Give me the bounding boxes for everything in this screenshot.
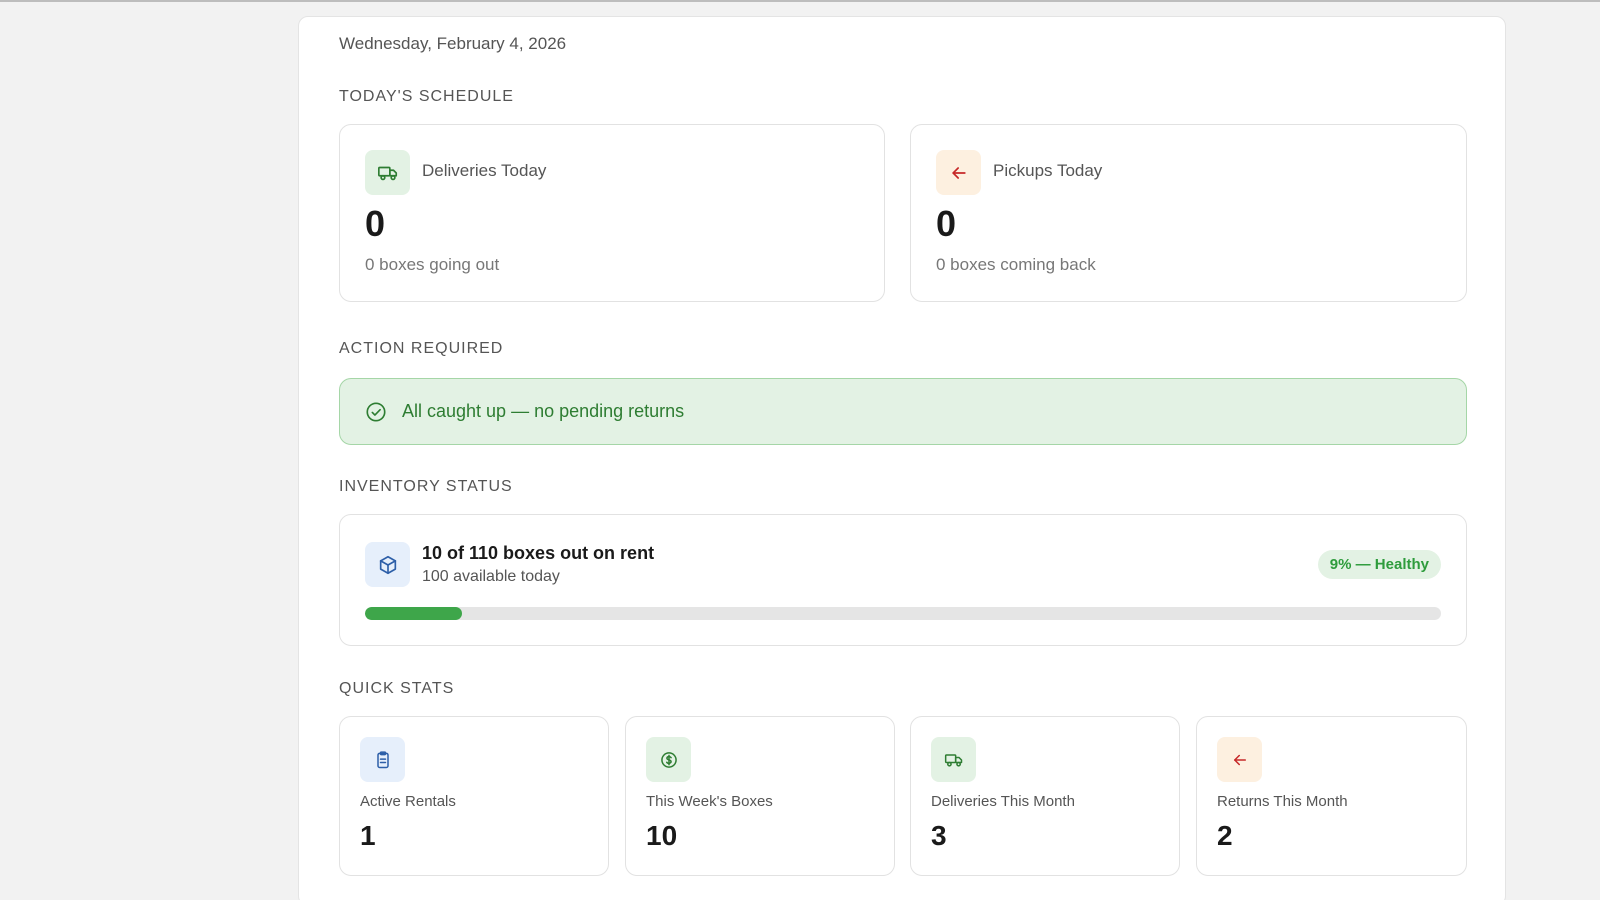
inventory-available: 100 available today [422,568,560,585]
stat-label: Returns This Month [1217,793,1348,810]
section-title-action: ACTION REQUIRED [339,340,504,357]
stat-label: Active Rentals [360,793,456,810]
pickups-today-card[interactable]: Pickups Today 0 0 boxes coming back [910,124,1467,302]
stat-card-returns-this-month[interactable]: Returns This Month 2 [1196,716,1467,876]
inventory-progress-fill [365,607,462,620]
arrow-left-icon [1217,737,1262,782]
inventory-headline: 10 of 110 boxes out on rent [422,543,655,563]
action-alert: All caught up — no pending returns [339,378,1467,445]
window-top-border [0,0,1600,2]
inventory-status-badge: 9% — Healthy [1317,550,1441,579]
dollar-circle-icon [646,737,691,782]
stat-value: 3 [931,820,947,851]
stat-label: Deliveries This Month [931,793,1075,810]
section-title-quick-stats: QUICK STATS [339,680,455,697]
section-title-schedule: TODAY'S SCHEDULE [339,88,514,105]
clipboard-icon [360,737,405,782]
inventory-progress-track [365,607,1441,620]
action-alert-message: All caught up — no pending returns [402,401,685,421]
stat-card-active-rentals[interactable]: Active Rentals 1 [339,716,609,876]
inventory-card[interactable]: 10 of 110 boxes out on rent 100 availabl… [339,514,1467,646]
page-date: Wednesday, February 4, 2026 [339,34,567,53]
stat-card-deliveries-this-month[interactable]: Deliveries This Month 3 [910,716,1180,876]
stat-value: 10 [646,820,678,851]
deliveries-today-card[interactable]: Deliveries Today 0 0 boxes going out [339,124,885,302]
deliveries-today-value: 0 [365,203,386,244]
pickups-today-sub: 0 boxes coming back [936,255,1096,274]
stat-value: 2 [1217,820,1233,851]
stat-card-this-weeks-boxes[interactable]: This Week's Boxes 10 [625,716,895,876]
dashboard-panel: Wednesday, February 4, 2026 TODAY'S SCHE… [298,16,1506,900]
pickups-today-value: 0 [936,203,957,244]
pickups-today-label: Pickups Today [993,161,1103,180]
stat-value: 1 [360,820,376,851]
section-title-inventory: INVENTORY STATUS [339,478,513,495]
deliveries-today-label: Deliveries Today [422,161,547,180]
arrow-left-icon [936,150,981,195]
check-circle-icon [365,401,387,423]
stat-label: This Week's Boxes [646,793,773,810]
box-icon [365,542,410,587]
truck-icon [931,737,976,782]
deliveries-today-sub: 0 boxes going out [365,255,500,274]
truck-icon [365,150,410,195]
